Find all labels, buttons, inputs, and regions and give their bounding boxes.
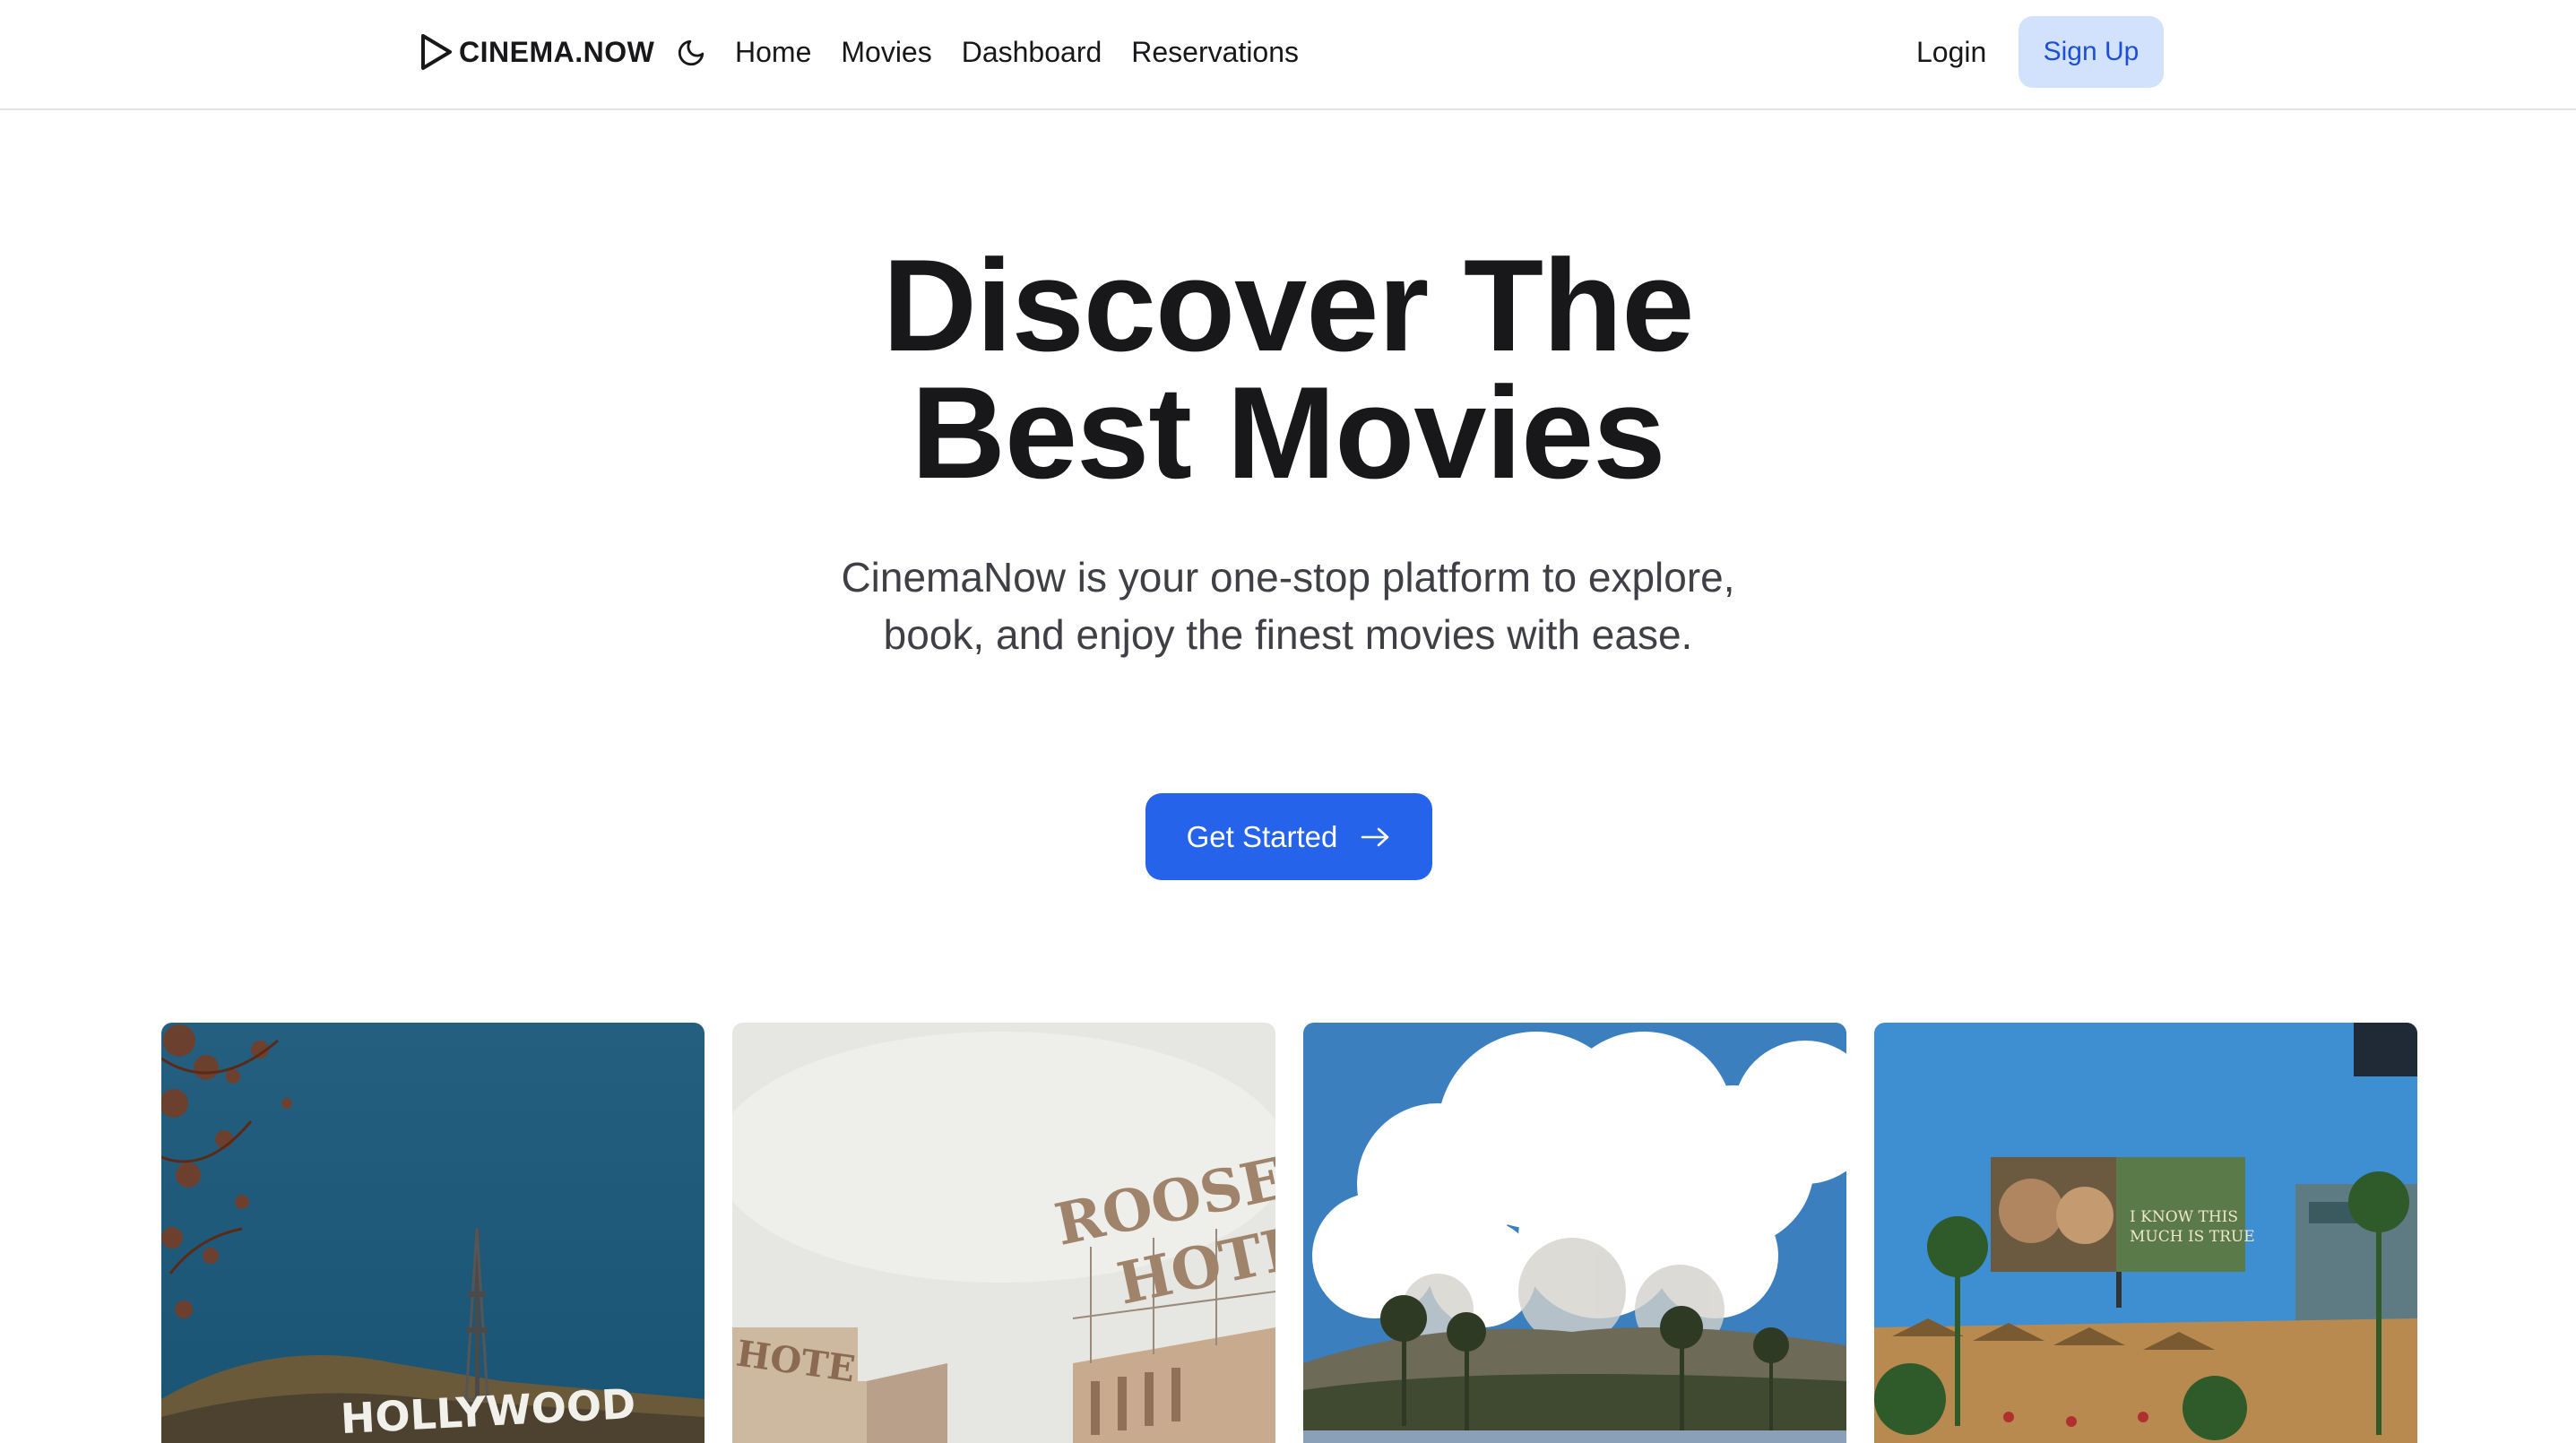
nav-link-movies[interactable]: Movies — [841, 30, 931, 73]
gallery-image-hollywood-hills — [1303, 1023, 1846, 1443]
get-started-label: Get Started — [1186, 819, 1338, 853]
photo-gallery: HOLLYWOOD ROOSEV HOTE HOTE I KNOW THIS M… — [161, 1023, 2417, 1443]
brand-logo[interactable]: CINEMA.NOW — [419, 32, 654, 72]
roosevelt-hotel-photo: ROOSEV HOTE HOTE — [732, 1023, 1275, 1443]
hero-title-line-2: Best Movies — [911, 359, 1666, 505]
hero-title-line-1: Discover The — [882, 232, 1695, 378]
brand-name: CINEMA.NOW — [459, 35, 655, 68]
hero-subtitle: CinemaNow is your one-stop platform to e… — [841, 554, 1735, 658]
gallery-image-billboard-street: I KNOW THIS MUCH IS TRUE — [1874, 1023, 2417, 1443]
arrow-right-icon — [1361, 827, 1389, 846]
nav-link-reservations[interactable]: Reservations — [1131, 30, 1299, 73]
billboard-text-line-2: MUCH IS TRUE — [2130, 1228, 2255, 1246]
top-navbar: CINEMA.NOW Home Movies Dashboard Reserva… — [0, 0, 2576, 110]
theme-toggle-button[interactable] — [674, 36, 708, 70]
hollywood-sign-photo: HOLLYWOOD — [161, 1023, 705, 1443]
billboard-text-line-1: I KNOW THIS — [2130, 1208, 2238, 1226]
billboard-street-photo: I KNOW THIS MUCH IS TRUE — [1874, 1023, 2417, 1443]
nav-link-home[interactable]: Home — [735, 30, 811, 73]
signup-button[interactable]: Sign Up — [2018, 16, 2164, 88]
gallery-image-roosevelt-hotel: ROOSEV HOTE HOTE — [732, 1023, 1275, 1443]
moon-icon — [678, 39, 705, 66]
hero-title: Discover The Best Movies — [0, 240, 2576, 498]
nav-link-dashboard[interactable]: Dashboard — [962, 30, 1102, 73]
main-nav: Home Movies Dashboard Reservations — [735, 30, 1299, 73]
hollywood-hills-photo — [1303, 1023, 1846, 1443]
login-link[interactable]: Login — [1916, 30, 1986, 73]
get-started-button[interactable]: Get Started — [1145, 793, 1432, 880]
play-icon — [421, 34, 452, 70]
gallery-image-hollywood-sign: HOLLYWOOD — [161, 1023, 705, 1443]
